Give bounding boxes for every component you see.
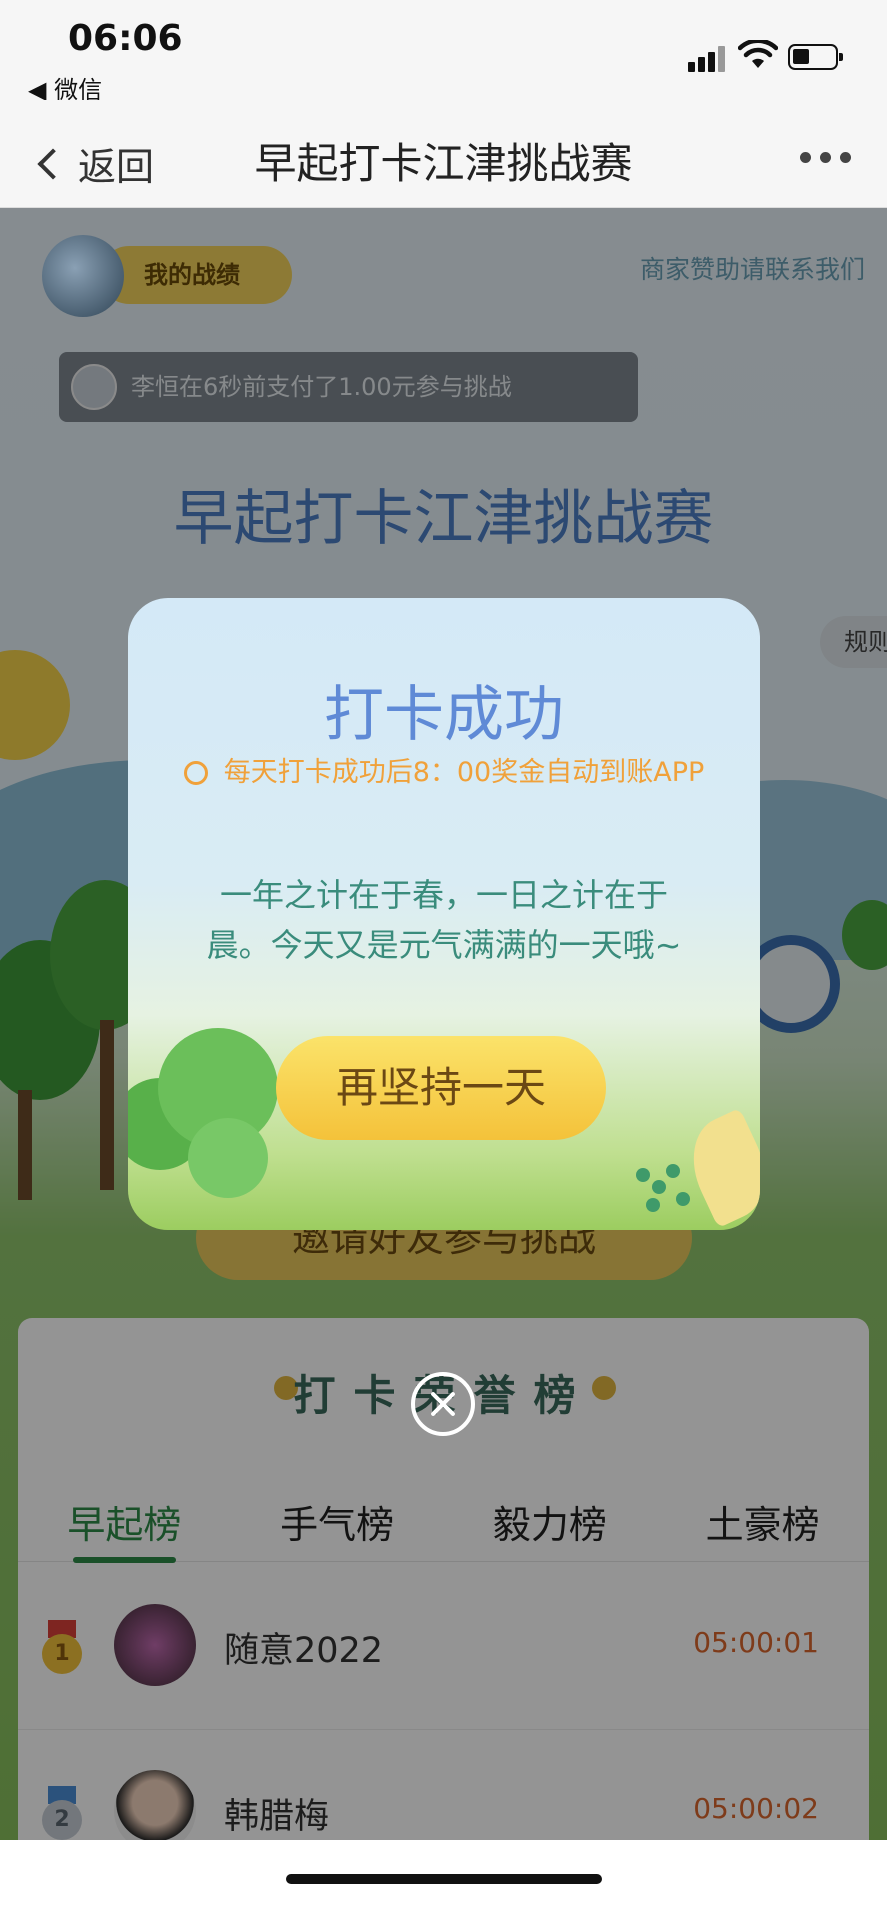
close-icon[interactable] (411, 1372, 475, 1436)
screen: 06:06 ◀ 微信 返回 早起打卡江津挑战赛 我的战绩 商家赞助请联系我们 李… (0, 0, 887, 1920)
alarm-clock-icon (183, 761, 208, 785)
wifi-icon (738, 40, 778, 68)
nav-bar: 返回 早起打卡江津挑战赛 (0, 100, 887, 208)
battery-icon (788, 44, 843, 70)
keep-going-button[interactable]: 再坚持一天 (276, 1036, 606, 1140)
status-bar: 06:06 ◀ 微信 (0, 0, 887, 104)
dialog-note-text: 每天打卡成功后8：00奖金自动到账APP (223, 757, 705, 788)
checkin-success-dialog: 打卡成功 每天打卡成功后8：00奖金自动到账APP 一年之计在于春，一日之计在于… (128, 598, 760, 1230)
tree-illustration (188, 1118, 268, 1198)
nav-title: 早起打卡江津挑战赛 (254, 139, 633, 188)
dialog-title: 打卡成功 (324, 680, 564, 750)
status-time: 06:06 (68, 18, 183, 59)
user-avatar[interactable] (42, 235, 124, 317)
dialog-message: 一年之计在于春，一日之计在于晨。今天又是元气满满的一天哦~ (206, 876, 682, 964)
home-indicator-area (0, 1840, 887, 1920)
more-icon[interactable] (800, 152, 851, 163)
fern-illustration (636, 1158, 706, 1218)
signal-icon (688, 46, 728, 72)
home-indicator[interactable] (286, 1874, 602, 1884)
dialog-note: 每天打卡成功后8：00奖金自动到账APP (128, 750, 760, 789)
